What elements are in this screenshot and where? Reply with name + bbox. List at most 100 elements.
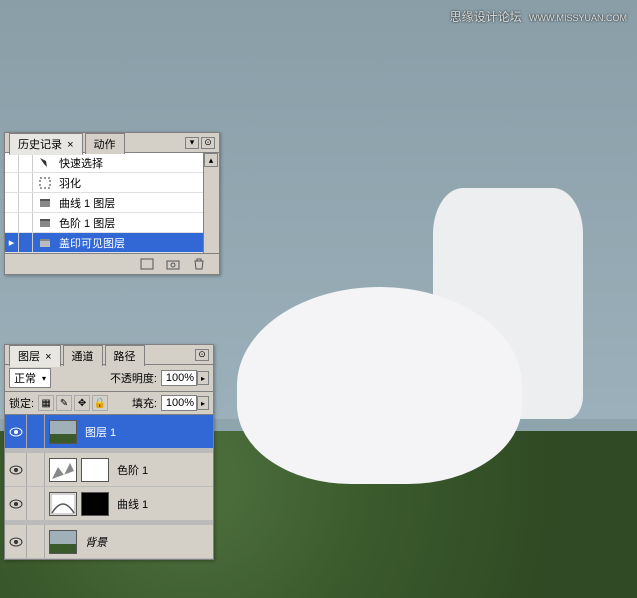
layer-icon [37,235,53,251]
fill-input-group: 100% ▸ [161,395,209,411]
history-row[interactable]: 羽化 [5,173,203,193]
layer-name-label[interactable]: 图层 1 [81,424,213,440]
couple-subjects [255,155,612,484]
opacity-input[interactable]: 100% [161,370,197,386]
layer-row[interactable]: 色阶 1 [5,453,213,487]
eye-icon [9,465,23,475]
watermark-text-1: 思缘设计论坛 [450,10,522,24]
history-snapshot-col: ▸ [5,233,19,252]
history-panel-controls: ▾ ⊙ [185,137,219,149]
mask-thumbnail[interactable] [81,458,109,482]
fill-input[interactable]: 100% [161,395,197,411]
history-panel: 历史记录 × 动作 ▾ ⊙ 快速选择 羽化 [4,132,220,275]
lock-label: 锁定: [9,395,34,411]
history-row-label: 曲线 1 图层 [57,195,203,211]
blend-mode-select[interactable]: 正常 ▾ [9,368,51,388]
panel-menu-icon[interactable]: ⊙ [201,137,215,149]
tab-layers[interactable]: 图层 × [9,345,61,367]
trash-icon[interactable] [191,257,207,271]
chevron-down-icon: ▾ [42,374,46,383]
blend-mode-label: 正常 [14,370,36,386]
tab-layers-label: 图层 [18,351,40,363]
tab-actions[interactable]: 动作 [85,133,125,154]
adjustment-thumbnail[interactable] [49,458,77,482]
layer-thumbnail[interactable] [49,420,77,444]
tab-paths[interactable]: 路径 [105,345,145,366]
lock-pixels-icon[interactable]: ✎ [56,395,72,411]
visibility-toggle[interactable] [5,453,27,486]
lock-position-icon[interactable]: ✥ [74,395,90,411]
history-row[interactable]: 曲线 1 图层 [5,193,203,213]
history-row-label: 色阶 1 图层 [57,215,203,231]
eye-icon [9,427,23,437]
link-col[interactable] [27,415,45,448]
history-row-label: 盖印可见图层 [57,235,203,251]
tab-history[interactable]: 历史记录 × [9,133,83,155]
layer-name-label[interactable]: 曲线 1 [113,496,213,512]
history-snapshot-col [5,153,19,172]
history-brush-col [19,173,33,192]
snapshot-icon[interactable] [165,257,181,271]
history-row[interactable]: ▸ 盖印可见图层 [5,233,203,253]
tab-layers-close[interactable]: × [45,351,51,363]
layer-list: 图层 1 色阶 1 曲线 1 [5,415,213,559]
layer-thumb-group [45,530,81,554]
link-col[interactable] [27,525,45,558]
history-brush-col [19,153,33,172]
tab-channels[interactable]: 通道 [63,345,103,366]
link-col[interactable] [27,487,45,520]
panel-menu-icon[interactable]: ⊙ [195,349,209,361]
history-scrollbar[interactable]: ▴ [203,153,219,253]
layers-lock-row: 锁定: ▦ ✎ ✥ 🔒 填充: 100% ▸ [5,392,213,415]
lock-all-icon[interactable]: 🔒 [92,395,108,411]
layer-row[interactable]: 图层 1 [5,415,213,449]
layer-row[interactable]: 曲线 1 [5,487,213,521]
history-brush-col [19,233,33,252]
history-list: 快速选择 羽化 曲线 1 图层 色 [5,153,203,253]
scroll-up-icon[interactable]: ▴ [204,153,218,167]
layer-row[interactable]: 背景 [5,525,213,559]
opacity-flyout-icon[interactable]: ▸ [197,371,209,385]
layer-name-label[interactable]: 背景 [81,534,213,550]
create-doc-icon[interactable] [139,257,155,271]
eye-icon [9,537,23,547]
fill-flyout-icon[interactable]: ▸ [197,396,209,410]
layer-thumbnail[interactable] [49,530,77,554]
visibility-toggle[interactable] [5,415,27,448]
mask-thumbnail[interactable] [81,492,109,516]
history-body: 快速选择 羽化 曲线 1 图层 色 [5,153,219,253]
history-panel-tabs: 历史记录 × 动作 ▾ ⊙ [5,133,219,153]
watermark: 思缘设计论坛 WWW.MISSYUAN.COM [450,8,627,25]
layer-thumb-group [45,458,113,482]
tab-history-label: 历史记录 [18,139,62,151]
layers-panel-tabs: 图层 × 通道 路径 ⊙ [5,345,213,365]
opacity-input-group: 100% ▸ [161,370,209,386]
layer-thumb-group [45,492,113,516]
history-row-label: 羽化 [57,175,203,191]
visibility-toggle[interactable] [5,487,27,520]
link-col[interactable] [27,453,45,486]
history-snapshot-col [5,213,19,232]
layers-panel: 图层 × 通道 路径 ⊙ 正常 ▾ 不透明度: 100% ▸ 锁定: ▦ ✎ ✥… [4,344,214,560]
history-row[interactable]: 色阶 1 图层 [5,213,203,233]
panel-minimize-icon[interactable]: ▾ [185,137,199,149]
lock-icons-group: ▦ ✎ ✥ 🔒 [38,395,108,411]
opacity-label: 不透明度: [110,370,157,386]
dress-figure [237,287,522,484]
layers-blend-row: 正常 ▾ 不透明度: 100% ▸ [5,365,213,392]
eye-icon [9,499,23,509]
adjustment-thumbnail[interactable] [49,492,77,516]
watermark-text-2: WWW.MISSYUAN.COM [529,13,627,23]
history-brush-col [19,193,33,212]
layer-icon [37,195,53,211]
history-snapshot-col [5,193,19,212]
layer-name-label[interactable]: 色阶 1 [113,462,213,478]
history-footer [5,253,219,274]
history-row[interactable]: 快速选择 [5,153,203,173]
quickselect-icon [37,155,53,171]
tab-history-close[interactable]: × [67,139,73,151]
history-row-label: 快速选择 [57,155,203,171]
lock-transparency-icon[interactable]: ▦ [38,395,54,411]
visibility-toggle[interactable] [5,525,27,558]
layer-icon [37,215,53,231]
